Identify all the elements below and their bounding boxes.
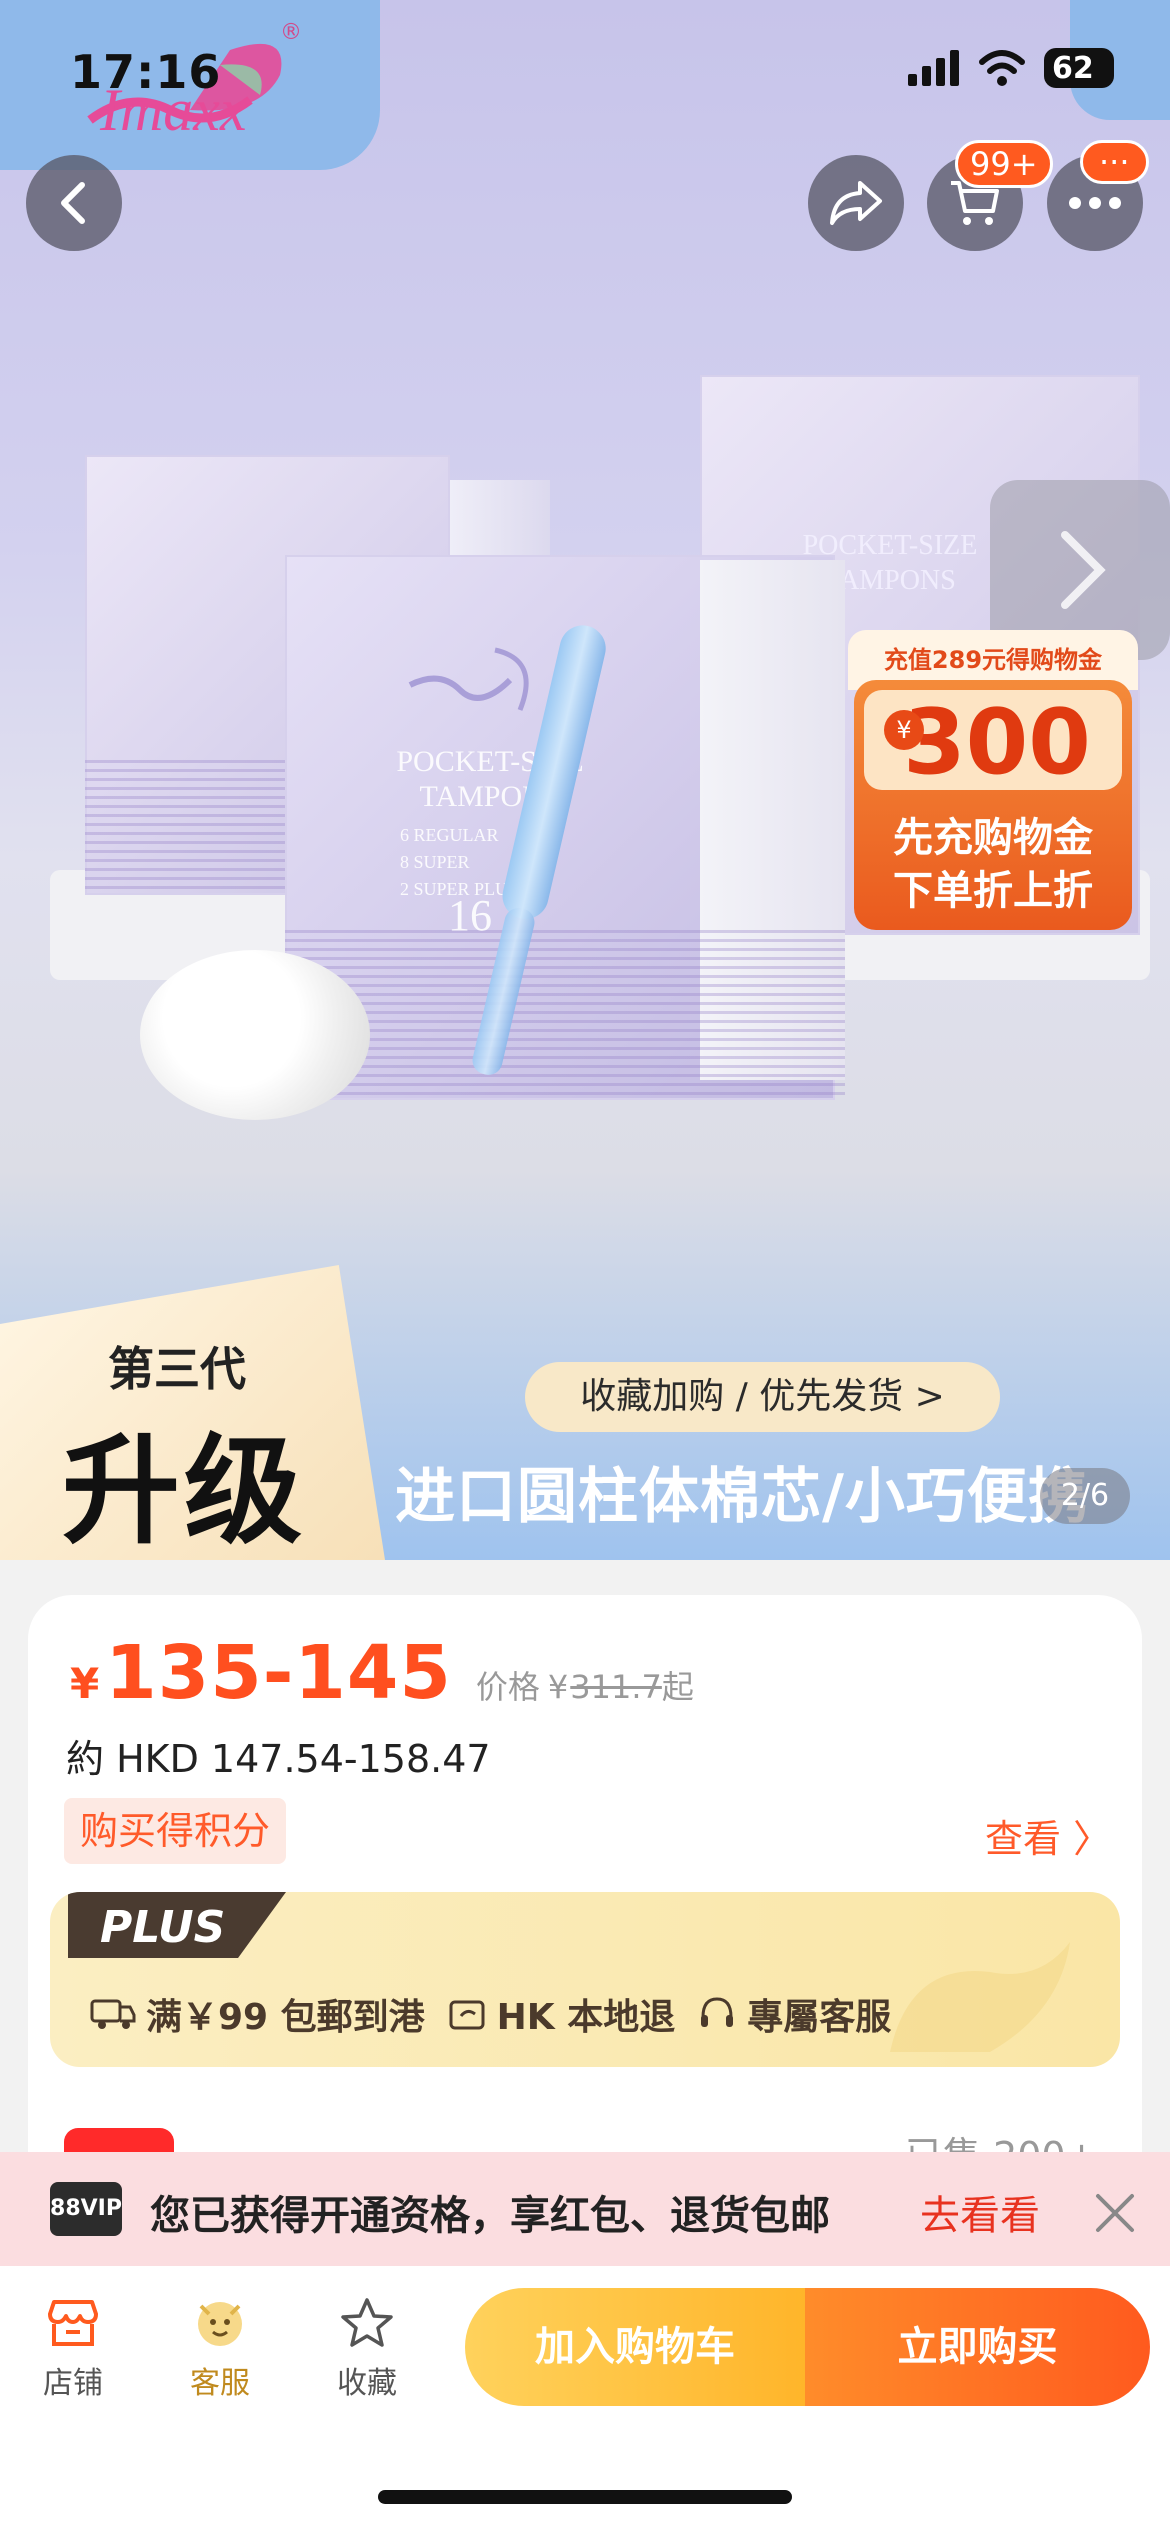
price-range: 135-145: [105, 1630, 452, 1716]
buy-now-button[interactable]: 立即购买: [805, 2288, 1150, 2406]
original-price: 311.7: [570, 1668, 662, 1706]
plus-tag-label: PLUS: [100, 1902, 226, 1953]
product-tagline: 进口圆柱体棉芯/小巧便携: [395, 1462, 1089, 1532]
plus-benefits-panel[interactable]: PLUS 满￥99 包郵到港 HK 本地退 專屬客服: [50, 1892, 1120, 2067]
original-price-currency: ¥: [547, 1668, 569, 1706]
tab-store[interactable]: 店铺: [18, 2296, 128, 2402]
more-badge: ···: [1080, 140, 1149, 184]
price-currency: ¥: [70, 1659, 100, 1708]
coupon-line-1: 先充购物金: [893, 815, 1093, 861]
original-price-suffix: 起: [661, 1668, 694, 1706]
coupon-line-2: 下单折上折: [893, 868, 1093, 914]
plus-item-return: HK 本地退: [447, 1988, 676, 2040]
cotton-flower: [140, 950, 370, 1120]
vip-logo: 88VIP: [50, 2182, 122, 2236]
price-row: ¥ 135-145 价格 ¥ 311.7 起: [70, 1630, 694, 1716]
generation-big-text: 升级: [62, 1422, 307, 1560]
wifi-icon: [979, 50, 1025, 86]
share-button[interactable]: [808, 155, 904, 251]
favorite-pill[interactable]: 收藏加购 / 优先发货 >: [525, 1362, 1000, 1432]
headset-icon: [701, 1997, 734, 2027]
tab-customer-service[interactable]: 客服: [165, 2296, 275, 2402]
plus-item-shipping: 满￥99 包郵到港: [90, 1988, 425, 2040]
hkd-price: 約 HKD 147.54-158.47: [66, 1737, 491, 1781]
tab-favorite[interactable]: 收藏: [312, 2296, 422, 2402]
status-icons: 62: [908, 48, 1114, 88]
battery-indicator: 62: [1044, 48, 1114, 88]
add-to-cart-button[interactable]: 加入购物车: [465, 2288, 805, 2406]
customer-service-icon: [198, 2302, 242, 2346]
box-logo-icon: [408, 647, 529, 711]
tab-favorite-label: 收藏: [337, 2366, 397, 2401]
back-button[interactable]: [26, 155, 122, 251]
return-icon: [449, 2000, 485, 2030]
shopping-credit-coupon[interactable]: 充值289元得购物金 300 ¥ 先充购物金 下单折上折: [848, 630, 1138, 930]
status-time: 17:16: [70, 45, 222, 99]
points-badge: 购买得积分: [64, 1798, 287, 1864]
registered-mark: ®: [280, 20, 302, 45]
close-icon[interactable]: [1090, 2188, 1140, 2238]
vip-text: 您已获得开通资格，享红包、退货包邮: [150, 2193, 830, 2239]
coupon-currency: ¥: [884, 710, 924, 750]
generation-small-text: 第三代: [108, 1342, 246, 1396]
free-shipping-icon: [90, 1999, 136, 2029]
plus-items: 满￥99 包郵到港 HK 本地退 專屬客服: [90, 1988, 891, 2040]
plus-item-return-label: HK 本地退: [496, 1997, 676, 2038]
chevron-left-icon: [61, 182, 85, 224]
more-icon: [1069, 197, 1121, 209]
home-indicator: [378, 2490, 792, 2504]
image-counter: 2/6: [1040, 1468, 1130, 1524]
chevron-right-icon: [1061, 531, 1106, 609]
swan-watermark-icon: [890, 1942, 1070, 2052]
tab-customer-service-label: 客服: [190, 2366, 250, 2401]
plus-item-service: 專屬客服: [697, 1988, 891, 2040]
product-page: POCKET-SIZE TAMPONS POCKET-SIZE TAMPONS …: [0, 0, 1170, 2532]
box-front-pattern: [285, 930, 845, 1100]
original-price-label: 价格: [475, 1668, 540, 1706]
star-icon: [341, 2298, 393, 2347]
vip-link[interactable]: 去看看: [920, 2183, 1040, 2241]
store-icon: [48, 2300, 98, 2346]
view-points-link[interactable]: 查看 〉: [985, 1808, 1111, 1863]
tab-store-label: 店铺: [43, 2366, 103, 2401]
cart-badge: 99+: [955, 140, 1053, 188]
plus-item-service-label: 專屬客服: [747, 1997, 892, 2038]
plus-item-shipping-label: 满￥99 包郵到港: [146, 1997, 425, 2038]
signal-icon: [908, 50, 959, 86]
share-icon: [830, 181, 882, 225]
